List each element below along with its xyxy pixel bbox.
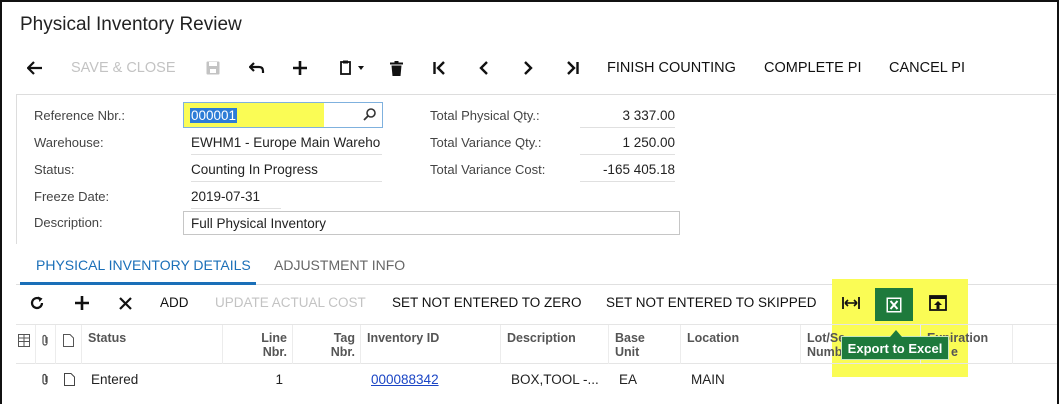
export-to-excel-button[interactable] [875, 288, 913, 321]
status-label: Status: [34, 162, 75, 177]
search-icon[interactable] [363, 108, 376, 121]
total-physical-value: 3 337.00 [580, 108, 675, 128]
warehouse-label: Warehouse: [34, 135, 104, 150]
row-line-nbr: 1 [275, 372, 283, 387]
row-description: BOX,TOOL -... [511, 372, 599, 387]
notes-column-icon [56, 325, 82, 364]
excel-icon [886, 297, 902, 312]
next-record-icon[interactable] [518, 56, 538, 80]
app-window: Physical Inventory Review SAVE & CLOSE F… [0, 0, 1059, 404]
row-status: Entered [91, 372, 139, 387]
add-icon[interactable] [290, 56, 310, 80]
back-arrow-icon[interactable] [24, 56, 46, 80]
save-icon[interactable] [203, 56, 223, 80]
row-location: MAIN [691, 372, 725, 387]
main-toolbar: SAVE & CLOSE FINISH COUNTING COMPLETE PI… [2, 56, 1057, 80]
attachment-icon[interactable] [40, 373, 50, 386]
finish-counting-button[interactable]: FINISH COUNTING [607, 60, 736, 76]
reference-field[interactable]: 000001 [183, 102, 383, 128]
first-record-icon[interactable] [430, 56, 450, 80]
last-record-icon[interactable] [562, 56, 582, 80]
page-title: Physical Inventory Review [20, 14, 242, 35]
export-to-excel-tooltip: Export to Excel [841, 330, 949, 360]
tab-adjustment-info[interactable]: ADJUSTMENT INFO [274, 257, 405, 273]
reference-label: Reference Nbr.: [34, 108, 126, 123]
description-column-header[interactable]: Description [501, 325, 609, 364]
reference-value: 000001 [190, 108, 238, 123]
total-variance-qty-label: Total Variance Qty.: [430, 135, 542, 150]
warehouse-field[interactable]: EWHM1 - Europe Main Wareho [191, 135, 382, 155]
previous-record-icon[interactable] [474, 56, 494, 80]
complete-pi-button[interactable]: COMPLETE PI [764, 60, 862, 76]
undo-icon[interactable] [246, 56, 268, 80]
status-field[interactable]: Counting In Progress [191, 162, 382, 182]
delete-row-icon[interactable] [116, 292, 134, 314]
add-button[interactable]: ADD [160, 295, 189, 310]
base-unit-header-line1: Base [615, 331, 645, 345]
update-actual-cost-button[interactable]: UPDATE ACTUAL COST [215, 295, 366, 310]
inventory-id-column-header[interactable]: Inventory ID [361, 325, 501, 364]
row-base-unit: EA [619, 372, 638, 387]
upload-icon[interactable] [927, 292, 949, 314]
line-nbr-header-line2: Nbr. [262, 345, 287, 359]
status-column-header[interactable]: Status [82, 325, 223, 364]
description-value: Full Physical Inventory [191, 216, 327, 231]
line-nbr-column-header[interactable]: Line Nbr. [223, 325, 293, 364]
total-physical-label: Total Physical Qty.: [430, 108, 540, 123]
set-not-entered-zero-button[interactable]: SET NOT ENTERED TO ZERO [392, 295, 582, 310]
save-close-button[interactable]: SAVE & CLOSE [71, 60, 176, 76]
attachment-column-icon [36, 325, 56, 364]
row-inventory-id-link[interactable]: 000088342 [371, 372, 439, 387]
location-column-header[interactable]: Location [681, 325, 801, 364]
line-nbr-header-line1: Line [261, 331, 287, 345]
cancel-pi-button[interactable]: CANCEL PI [889, 60, 965, 76]
tag-nbr-column-header[interactable]: Tag Nbr. [293, 325, 361, 364]
column-selector-icon[interactable] [16, 325, 36, 364]
tag-nbr-header-line2: Nbr. [330, 345, 355, 359]
tag-nbr-header-line1: Tag [333, 331, 355, 345]
tab-physical-inventory-details[interactable]: PHYSICAL INVENTORY DETAILS [36, 257, 251, 273]
total-variance-cost-label: Total Variance Cost: [430, 162, 546, 177]
active-tab-indicator [20, 282, 256, 285]
total-variance-cost-value: -165 405.18 [580, 162, 675, 182]
copy-paste-icon[interactable] [334, 56, 370, 80]
notes-icon[interactable] [64, 373, 75, 386]
freeze-date-field[interactable]: 2019-07-31 [191, 189, 281, 209]
description-field[interactable]: Full Physical Inventory [183, 211, 680, 235]
add-row-icon[interactable] [73, 292, 91, 314]
freeze-date-label: Freeze Date: [34, 189, 110, 204]
description-label: Description: [34, 215, 103, 230]
fit-columns-icon[interactable] [840, 292, 862, 314]
delete-icon[interactable] [386, 56, 406, 80]
base-unit-header-line2: Unit [615, 345, 640, 359]
total-variance-qty-value: 1 250.00 [580, 135, 675, 155]
base-unit-column-header[interactable]: Base Unit [609, 325, 681, 364]
refresh-icon[interactable] [28, 292, 46, 314]
set-not-entered-skipped-button[interactable]: SET NOT ENTERED TO SKIPPED [606, 295, 817, 310]
